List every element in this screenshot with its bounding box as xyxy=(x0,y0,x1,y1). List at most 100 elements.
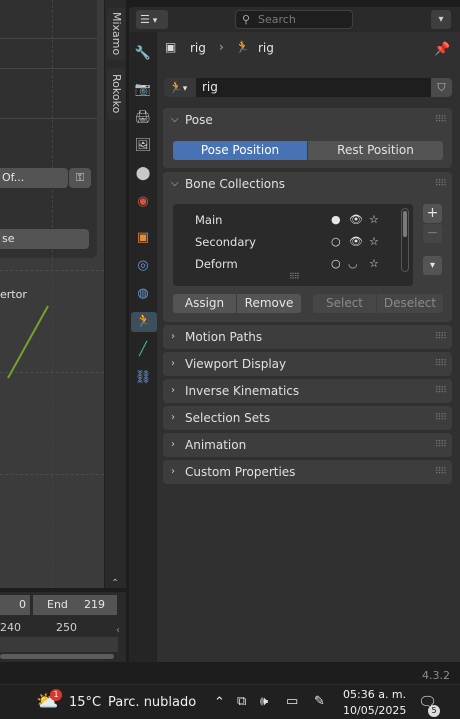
pose-panel: ⌵ Pose ⠿⠿ Pose Position Rest Position xyxy=(163,108,452,168)
remove-collection-button[interactable]: − xyxy=(423,224,442,243)
drag-grip-icon[interactable]: ⠿⠿ xyxy=(435,325,447,349)
pose-panel-header[interactable]: ⌵ Pose ⠿⠿ xyxy=(163,108,452,132)
fake-user-shield-icon[interactable]: ⛉ xyxy=(431,78,452,97)
eye-icon[interactable]: 👁 xyxy=(349,231,363,253)
panel-title: Viewport Display xyxy=(185,357,287,371)
chevron-down-icon: ▾ xyxy=(149,16,158,26)
timeline-track[interactable] xyxy=(0,637,118,652)
search-input[interactable]: ⚲ Search xyxy=(235,10,353,29)
bone-constraint-tab-icon[interactable]: ⛓ xyxy=(133,368,153,388)
assign-button[interactable]: Assign xyxy=(173,294,236,313)
chevron-right-icon: › xyxy=(171,412,175,423)
drag-grip-icon[interactable]: ⠿⠿ xyxy=(435,352,447,376)
version-label: 4.3.2 xyxy=(422,669,450,682)
viewport-divider xyxy=(0,118,97,119)
datablock-name[interactable]: rig xyxy=(202,78,218,97)
keyframe-icon[interactable]: ⚿ xyxy=(69,168,91,188)
drag-grip-icon[interactable]: ⠿⠿ xyxy=(435,379,447,403)
sidebar-tab-mixamo[interactable]: Mixamo xyxy=(107,8,125,60)
viewport-display-panel[interactable]: › Viewport Display ⠿⠿ xyxy=(163,352,452,376)
collection-name: Secondary xyxy=(195,235,256,249)
tool-tab-icon[interactable]: 🔧 xyxy=(133,44,153,64)
end-frame-field[interactable]: End 219 xyxy=(33,595,117,615)
pin-icon[interactable]: 📌 xyxy=(434,42,450,57)
rest-position-button[interactable]: Rest Position xyxy=(308,141,443,160)
world-tab-icon[interactable]: ◉ xyxy=(133,192,153,212)
clock-time[interactable]: 05:36 a. m. xyxy=(343,688,406,701)
pen-icon[interactable]: ✎ xyxy=(314,694,325,709)
chevron-up-icon[interactable]: ⌃ xyxy=(111,578,119,589)
object-tab-icon[interactable]: ▣ xyxy=(133,228,153,248)
timeline[interactable]: 0 End 219 240 250 ‹ xyxy=(0,592,126,662)
armature-datablock-selector[interactable]: 🏃▾ rig ⛉ xyxy=(164,78,452,97)
list-item[interactable]: Main ● 👁 ☆ xyxy=(173,209,413,231)
panel-title: Inverse Kinematics xyxy=(185,384,300,398)
star-icon[interactable]: ☆ xyxy=(369,209,379,231)
scene-tab-icon[interactable]: ⬤ xyxy=(133,164,153,184)
clock-date[interactable]: 10/05/2025 xyxy=(343,704,406,717)
drag-grip-icon[interactable]: ⠿⠿ xyxy=(435,108,447,132)
add-collection-button[interactable]: + xyxy=(423,204,442,223)
start-frame-field[interactable]: 0 xyxy=(0,595,30,615)
options-dropdown[interactable]: ▾ xyxy=(431,10,451,29)
browse-armature-button[interactable]: 🏃▾ xyxy=(164,78,196,97)
drag-grip-icon[interactable]: ⠿⠿ xyxy=(435,406,447,430)
breadcrumb-object: rig xyxy=(190,41,206,55)
bone-tab-icon[interactable]: ╱ xyxy=(133,340,153,360)
3d-viewport[interactable]: Of... ⚿ se ertor xyxy=(0,0,104,588)
collection-specials-button[interactable]: ▾ xyxy=(423,256,442,275)
motion-paths-panel[interactable]: › Motion Paths ⠿⠿ xyxy=(163,325,452,349)
end-frame-value: 219 xyxy=(84,598,105,611)
view-layer-tab-icon[interactable]: 🖼 xyxy=(133,136,153,156)
custom-properties-panel[interactable]: › Custom Properties ⠿⠿ xyxy=(163,460,452,484)
list-resize-grip[interactable]: ⠿⠿ xyxy=(289,272,300,281)
list-item[interactable]: Secondary ○ 👁 ☆ xyxy=(173,231,413,253)
inactive-dot-icon[interactable]: ○ xyxy=(331,231,341,253)
properties-header: ☰ ▾ ⚲ Search ▾ xyxy=(129,7,460,32)
physics-tab-icon[interactable]: ◍ xyxy=(133,284,153,304)
selection-sets-panel[interactable]: › Selection Sets ⠿⠿ xyxy=(163,406,452,430)
list-scrollbar[interactable] xyxy=(401,208,409,272)
chevron-right-icon: › xyxy=(171,439,175,450)
chevron-up-icon[interactable]: ⌃ xyxy=(214,695,225,710)
armature-data-tab-icon[interactable]: 🏃 xyxy=(131,312,157,332)
inactive-dot-icon[interactable]: ○ xyxy=(331,253,341,275)
list-scroll-thumb[interactable] xyxy=(403,211,407,237)
animation-panel[interactable]: › Animation ⠿⠿ xyxy=(163,433,452,457)
active-dot-icon[interactable]: ● xyxy=(331,209,341,231)
viewport-field-2[interactable]: se xyxy=(0,229,89,249)
modifier-tab-icon[interactable]: ◎ xyxy=(133,256,153,276)
timeline-scrollbar[interactable] xyxy=(0,654,114,659)
eye-icon[interactable]: 👁 xyxy=(349,209,363,231)
drag-grip-icon[interactable]: ⠿⠿ xyxy=(435,433,447,457)
network-icon[interactable]: ▭ xyxy=(286,694,298,709)
drag-grip-icon[interactable]: ⠿⠿ xyxy=(435,172,447,196)
panel-title: Animation xyxy=(185,438,247,452)
select-button[interactable]: Select xyxy=(313,294,376,313)
properties-editor: ☰ ▾ ⚲ Search ▾ 🔧 📷 🖨 🖼 ⬤ ◉ ▣ ◎ ◍ 🏃 ╱ ⛓ ▣… xyxy=(129,7,460,662)
star-icon[interactable]: ☆ xyxy=(369,231,379,253)
weather-description[interactable]: Parc. nublado xyxy=(108,695,196,710)
chevron-left-icon[interactable]: ‹ xyxy=(116,625,120,636)
viewport-field-1[interactable]: Of... xyxy=(0,168,68,188)
collection-name: Deform xyxy=(195,257,238,271)
temperature[interactable]: 15°C xyxy=(69,695,101,710)
remove-button[interactable]: Remove xyxy=(237,294,301,313)
bone-collections-header[interactable]: ⌵ Bone Collections ⠿⠿ xyxy=(163,172,452,196)
drag-grip-icon[interactable]: ⠿⠿ xyxy=(435,460,447,484)
bone-collection-list[interactable]: Main ● 👁 ☆ Secondary ○ 👁 ☆ Deform ○ ◡ ☆ … xyxy=(173,204,413,286)
deselect-button[interactable]: Deselect xyxy=(377,294,443,313)
camera-icon[interactable]: ⧉ xyxy=(237,694,246,709)
eye-closed-icon[interactable]: ◡ xyxy=(348,253,358,275)
panel-title: Selection Sets xyxy=(185,411,271,425)
object-icon: ▣ xyxy=(165,40,177,54)
render-tab-icon[interactable]: 📷 xyxy=(133,80,153,100)
timeline-ruler: 240 250 ‹ xyxy=(0,617,126,637)
editor-type-button[interactable]: ☰ ▾ xyxy=(136,10,168,29)
inverse-kinematics-panel[interactable]: › Inverse Kinematics ⠿⠿ xyxy=(163,379,452,403)
volume-icon[interactable]: 🕪 xyxy=(260,694,268,709)
output-tab-icon[interactable]: 🖨 xyxy=(133,108,153,128)
sidebar-tab-rokoko[interactable]: Rokoko xyxy=(107,68,125,120)
pose-position-button[interactable]: Pose Position xyxy=(173,141,307,160)
star-icon[interactable]: ☆ xyxy=(369,253,379,275)
